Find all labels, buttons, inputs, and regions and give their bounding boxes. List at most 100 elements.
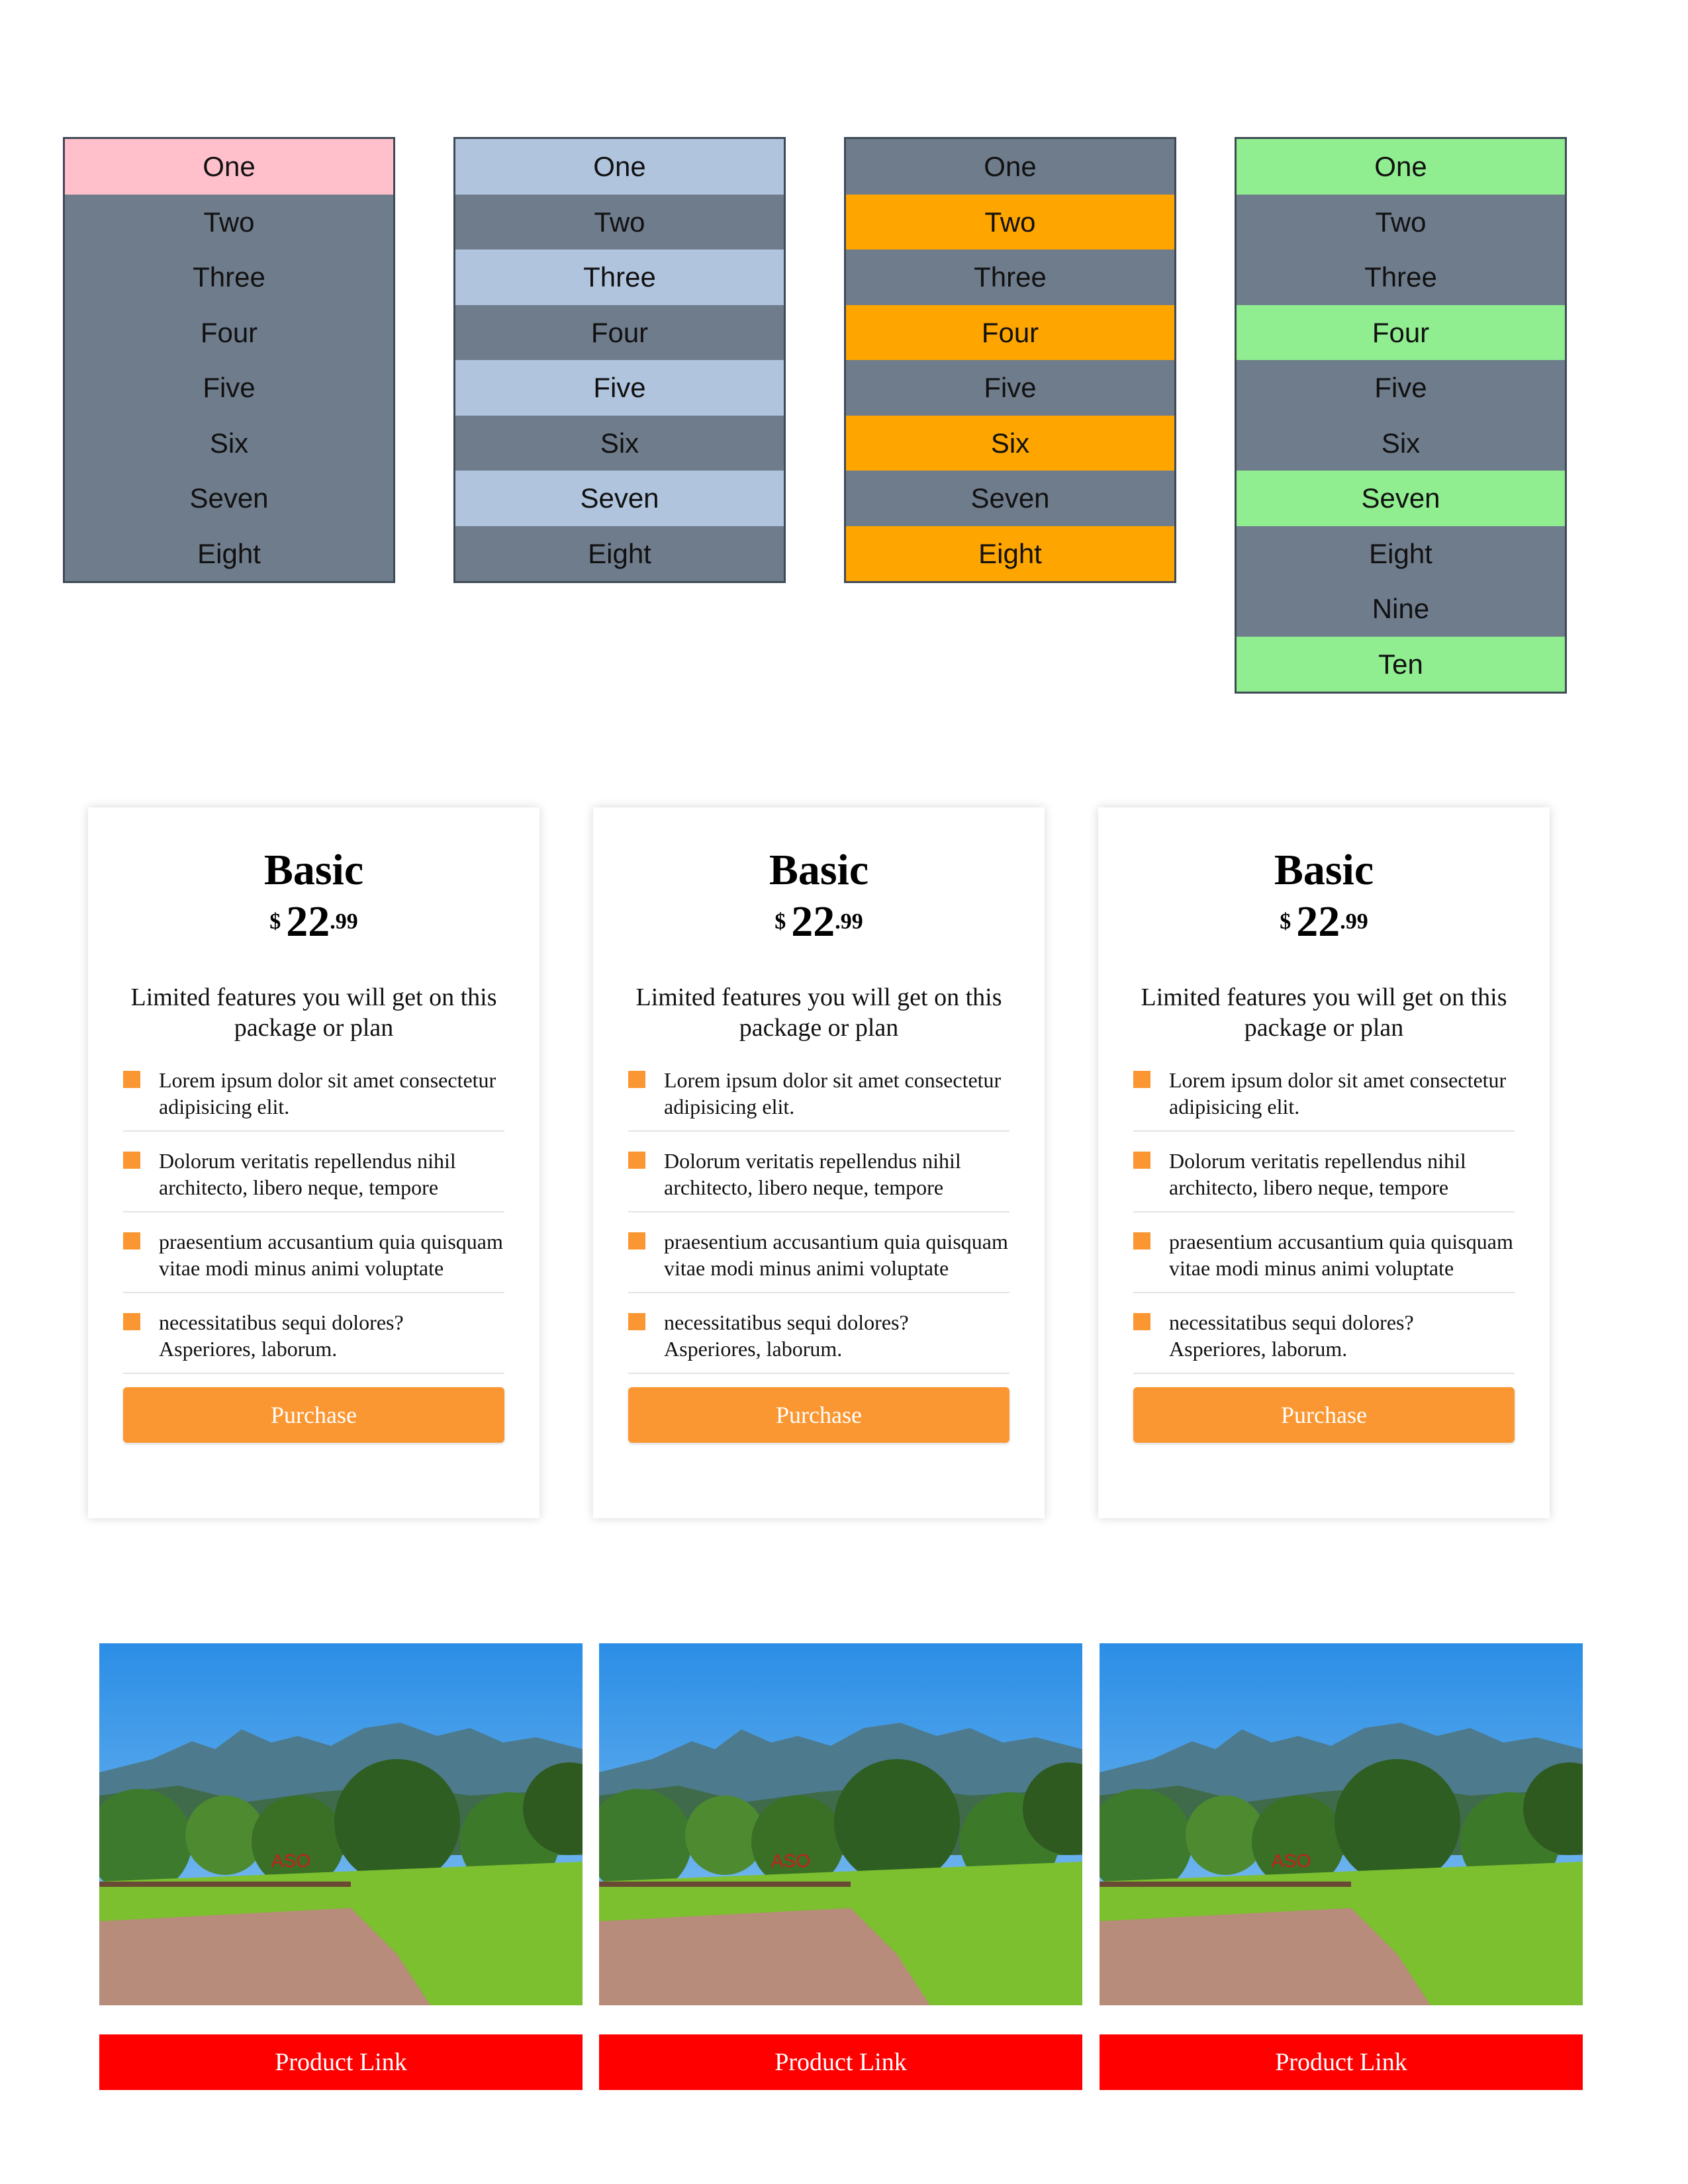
list-item: One [846, 139, 1174, 195]
list-item: Five [455, 360, 784, 416]
feature-text: necessitatibus sequi dolores? Asperiores… [1169, 1310, 1414, 1361]
bullet-square-icon [628, 1232, 645, 1250]
purchase-button[interactable]: Purchase [123, 1387, 504, 1443]
list-item: Nine [1237, 581, 1565, 637]
list-item: Three [455, 250, 784, 305]
striped-list: One Two Three Four Five Six Seven Eight [453, 137, 786, 583]
plan-title: Basic [769, 846, 869, 894]
list-item: Four [1237, 304, 1565, 360]
list-item: Six [455, 415, 784, 471]
feature-item: praesentium accusantium quia quisquam vi… [1133, 1226, 1515, 1293]
list-item: Six [65, 415, 393, 471]
feature-item: necessitatibus sequi dolores? Asperiores… [1133, 1306, 1515, 1374]
pricing-card: Basic $22.99 Limited features you will g… [1098, 807, 1550, 1518]
plan-price: $22.99 [628, 900, 1009, 944]
feature-item: necessitatibus sequi dolores? Asperiores… [628, 1306, 1009, 1374]
bullet-square-icon [628, 1071, 645, 1088]
list-item: Three [846, 250, 1174, 305]
feature-item: praesentium accusantium quia quisquam vi… [123, 1226, 504, 1293]
feature-item: necessitatibus sequi dolores? Asperiores… [123, 1306, 504, 1374]
feature-list: Lorem ipsum dolor sit amet consectetur a… [1133, 1064, 1515, 1374]
feature-text: necessitatibus sequi dolores? Asperiores… [159, 1310, 404, 1361]
list-item: Eight [846, 525, 1174, 581]
feature-text: Lorem ipsum dolor sit amet consectetur a… [664, 1068, 1002, 1118]
list-item: Two [455, 194, 784, 250]
product-link-button[interactable]: Product Link [99, 2034, 583, 2090]
price-amount: 22 [1296, 897, 1340, 946]
price-cents: .99 [1340, 909, 1368, 934]
plan-price: $22.99 [1133, 900, 1515, 944]
bullet-square-icon [628, 1313, 645, 1330]
bullet-square-icon [628, 1152, 645, 1169]
striped-list: One Two Three Four Five Six Seven Eight [63, 137, 395, 583]
list-item: Five [1237, 360, 1565, 416]
image-caption: ASO [1272, 1850, 1311, 1871]
price-amount: 22 [286, 897, 330, 946]
feature-item: Dolorum veritatis repellendus nihil arch… [628, 1145, 1009, 1212]
product-tile: ASO Product Link [599, 1643, 1082, 2090]
product-link-button[interactable]: Product Link [599, 2034, 1082, 2090]
purchase-button[interactable]: Purchase [1133, 1387, 1515, 1443]
list-item: Four [455, 304, 784, 360]
feature-item: Dolorum veritatis repellendus nihil arch… [1133, 1145, 1515, 1212]
feature-list: Lorem ipsum dolor sit amet consectetur a… [628, 1064, 1009, 1374]
list-item: Three [1237, 250, 1565, 305]
bullet-square-icon [123, 1313, 140, 1330]
striped-list: One Two Three Four Five Six Seven Eight [844, 137, 1176, 583]
feature-text: praesentium accusantium quia quisquam vi… [1169, 1230, 1513, 1280]
price-currency: $ [774, 909, 786, 934]
feature-text: Dolorum veritatis repellendus nihil arch… [159, 1149, 456, 1199]
bullet-square-icon [123, 1071, 140, 1088]
plan-title: Basic [1274, 846, 1374, 894]
list-item: Seven [1237, 471, 1565, 526]
list-item: Ten [1237, 636, 1565, 692]
plan-description: Limited features you will get on this pa… [1141, 983, 1507, 1042]
plan-title: Basic [263, 846, 364, 894]
pricing-card: Basic $22.99 Limited features you will g… [88, 807, 539, 1518]
feature-text: necessitatibus sequi dolores? Asperiores… [664, 1310, 909, 1361]
list-item: Three [65, 250, 393, 305]
product-tile: ASO Product Link [1100, 1643, 1583, 2090]
bullet-square-icon [1133, 1313, 1150, 1330]
feature-item: Dolorum veritatis repellendus nihil arch… [123, 1145, 504, 1212]
product-link-button[interactable]: Product Link [1100, 2034, 1583, 2090]
image-caption: ASO [271, 1850, 310, 1871]
list-item: Two [846, 194, 1174, 250]
price-amount: 22 [791, 897, 835, 946]
list-item: Four [846, 304, 1174, 360]
plan-description: Limited features you will get on this pa… [635, 983, 1002, 1042]
product-tile: ASO Product Link [99, 1643, 583, 2090]
bullet-square-icon [1133, 1152, 1150, 1169]
feature-item: praesentium accusantium quia quisquam vi… [628, 1226, 1009, 1293]
list-item: Five [65, 360, 393, 416]
list-item: Seven [455, 471, 784, 526]
feature-text: Dolorum veritatis repellendus nihil arch… [664, 1149, 961, 1199]
feature-text: praesentium accusantium quia quisquam vi… [664, 1230, 1008, 1280]
bullet-square-icon [1133, 1071, 1150, 1088]
list-item: Five [846, 360, 1174, 416]
price-cents: .99 [835, 909, 863, 934]
bullet-square-icon [123, 1152, 140, 1169]
price-cents: .99 [330, 909, 358, 934]
feature-item: Lorem ipsum dolor sit amet consectetur a… [123, 1064, 504, 1132]
landscape-image: ASO [599, 1643, 1082, 2005]
feature-item: Lorem ipsum dolor sit amet consectetur a… [1133, 1064, 1515, 1132]
list-item: Eight [455, 525, 784, 581]
bullet-square-icon [1133, 1232, 1150, 1250]
list-item: Seven [846, 471, 1174, 526]
list-item: Two [1237, 194, 1565, 250]
list-item: Seven [65, 471, 393, 526]
feature-text: praesentium accusantium quia quisquam vi… [159, 1230, 503, 1280]
list-item: One [1237, 139, 1565, 195]
plan-price: $22.99 [123, 900, 504, 944]
purchase-button[interactable]: Purchase [628, 1387, 1009, 1443]
list-item: Six [846, 415, 1174, 471]
image-caption: ASO [771, 1850, 810, 1871]
landscape-image: ASO [99, 1643, 583, 2005]
list-item: One [455, 139, 784, 195]
feature-text: Dolorum veritatis repellendus nihil arch… [1169, 1149, 1466, 1199]
list-item: Six [1237, 415, 1565, 471]
bullet-square-icon [123, 1232, 140, 1250]
feature-text: Lorem ipsum dolor sit amet consectetur a… [159, 1068, 496, 1118]
list-item: Eight [1237, 525, 1565, 581]
